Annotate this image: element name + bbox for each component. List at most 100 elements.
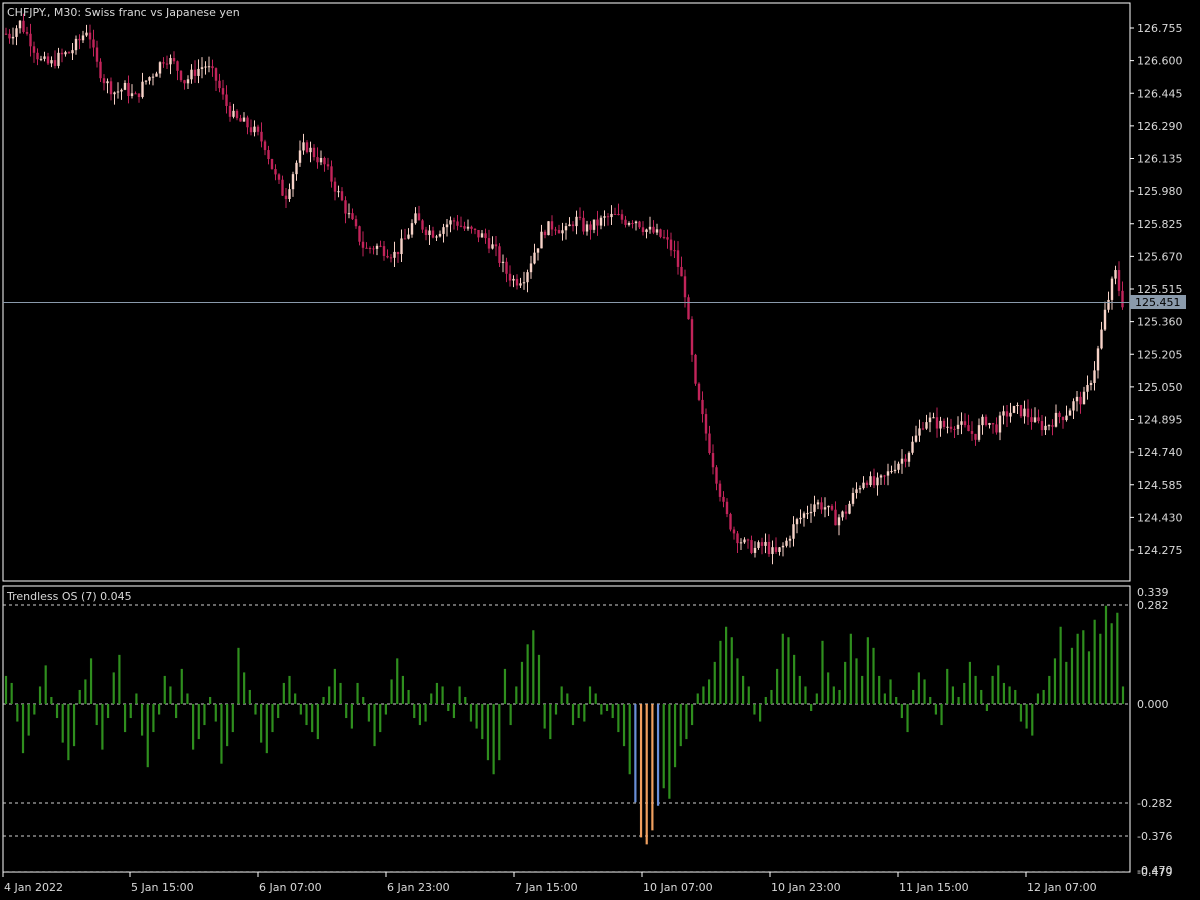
candle-body [652, 226, 655, 233]
candle-body [974, 433, 977, 440]
candle-body [694, 354, 697, 384]
candle-body [1061, 416, 1065, 421]
candle-body [757, 542, 760, 548]
candle-body [970, 431, 974, 434]
candle-body [281, 179, 284, 196]
candle-body [305, 142, 309, 153]
price-tick-label: 124.585 [1137, 479, 1183, 492]
candle-body [620, 214, 624, 220]
candle-body [211, 66, 214, 69]
candle-body [977, 425, 981, 440]
candle-body [197, 68, 200, 76]
candle-body [960, 421, 963, 425]
candle-body [1082, 391, 1086, 405]
candle-body [417, 213, 421, 221]
candle-body [169, 58, 172, 65]
candle-body [1037, 417, 1040, 422]
candle-body [890, 471, 893, 473]
candle-body [820, 502, 823, 510]
candle-body [246, 117, 249, 128]
candle-body [578, 216, 582, 218]
candle-body [92, 39, 95, 48]
candle-body [85, 32, 88, 36]
candle-body [998, 415, 1002, 433]
candle-body [1068, 410, 1072, 416]
candle-body [634, 221, 638, 224]
candle-body [680, 266, 683, 277]
candle-body [435, 236, 438, 238]
candle-body [438, 233, 442, 237]
indicator-level-label: -0.376 [1137, 830, 1172, 843]
candle-body [102, 78, 106, 84]
candle-body [522, 282, 526, 284]
candle-body [841, 511, 844, 518]
candle-body [22, 20, 25, 32]
candle-body [669, 239, 673, 251]
candle-body [848, 503, 851, 514]
candle-body [162, 62, 165, 64]
candle-body [1110, 278, 1114, 300]
candle-body [876, 477, 879, 486]
time-axis: 4 Jan 2022 5 Jan 15:00 6 Jan 07:00 6 Jan 23… [2, 872, 1097, 894]
candle-body [326, 164, 330, 167]
candle-body [120, 89, 123, 92]
candle-body [214, 68, 218, 81]
candle-body [25, 31, 29, 34]
candle-body [606, 216, 610, 218]
candle-body [512, 278, 515, 281]
candle-body [1016, 405, 1019, 407]
candle-body [984, 416, 988, 425]
candle-body [571, 224, 575, 227]
candle-body [71, 50, 74, 54]
candle-body [963, 421, 967, 426]
candle-body [134, 93, 137, 95]
candle-body [372, 248, 375, 250]
candle-body [722, 496, 725, 502]
candle-body [526, 272, 529, 283]
candle-body [683, 276, 687, 298]
candle-body [470, 226, 473, 229]
candle-body [1030, 417, 1033, 422]
candle-body [946, 426, 949, 428]
candle-body [312, 147, 316, 158]
price-tick-label: 125.825 [1137, 218, 1183, 231]
candle-body [837, 517, 841, 526]
candle-body [949, 426, 953, 429]
candle-body [141, 81, 144, 98]
candle-body [319, 157, 323, 163]
price-tick-label: 125.515 [1137, 283, 1183, 296]
price-tick-label: 124.275 [1137, 544, 1183, 557]
candle-body [172, 58, 176, 62]
candle-body [575, 216, 578, 227]
candle-body [74, 38, 78, 51]
candle-body [88, 32, 92, 40]
indicator-levels: 0.3390.2820.000-0.282-0.376-0.479-0.470 [3, 586, 1172, 879]
candle-body [540, 231, 543, 249]
current-price-value: 125.451 [1135, 296, 1181, 309]
candle-body [550, 221, 554, 230]
candle-body [760, 542, 764, 546]
candle-body [729, 514, 732, 530]
candle-body [925, 422, 928, 429]
candle-body [95, 47, 99, 62]
candle-body [64, 52, 67, 55]
candle-body [235, 110, 239, 119]
symbol-label: CHFJPY., M30: Swiss franc vs Japanese ye… [7, 6, 240, 19]
candle-body [1002, 411, 1005, 416]
candle-body [1075, 396, 1079, 402]
candle-body [484, 233, 487, 239]
candle-body [529, 263, 533, 273]
candle-body [778, 547, 781, 552]
candle-body [988, 423, 991, 425]
candle-body [445, 224, 449, 228]
candle-body [99, 61, 102, 79]
candle-body [673, 250, 676, 252]
candle-body [1019, 405, 1023, 417]
time-tick-label: 6 Jan 23:00 [387, 881, 450, 894]
indicator-level-label: -0.282 [1137, 797, 1172, 810]
candle-body [638, 221, 641, 228]
candle-body [498, 246, 501, 263]
price-tick-label: 126.135 [1137, 153, 1183, 166]
candles-layer [4, 13, 1124, 565]
candle-body [617, 214, 620, 216]
